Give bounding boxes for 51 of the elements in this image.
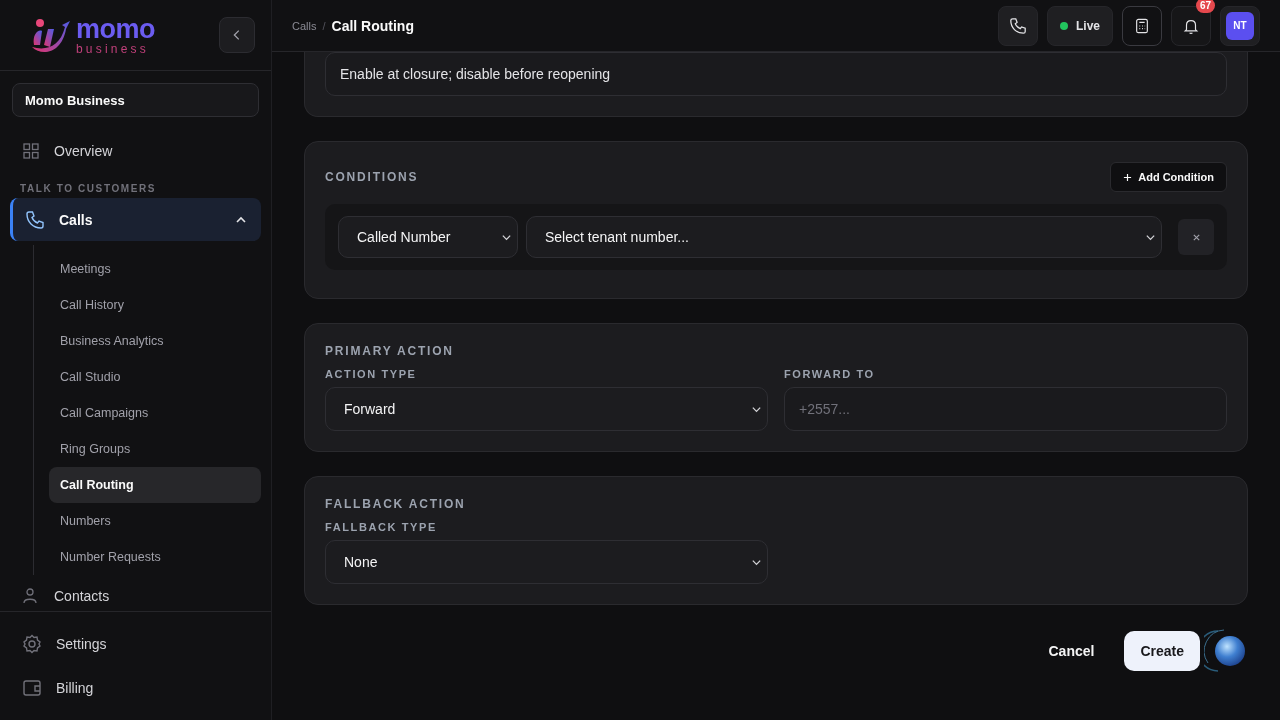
submenu-item[interactable]: Call History bbox=[49, 287, 261, 323]
select-field[interactable]: None bbox=[325, 540, 768, 584]
phone-icon bbox=[25, 209, 45, 230]
input-field[interactable]: +2557... bbox=[784, 387, 1227, 431]
submenu-item[interactable]: Business Analytics bbox=[49, 323, 261, 359]
logo-name: momo bbox=[76, 15, 155, 43]
field-label: FORWARD TO bbox=[784, 368, 876, 380]
section-title: PRIMARY ACTION bbox=[325, 344, 455, 358]
breadcrumb-separator: / bbox=[322, 19, 326, 32]
settings-icon bbox=[22, 634, 42, 654]
submenu-item[interactable]: Ring Groups bbox=[49, 431, 261, 467]
submenu-item[interactable]: Call Routing bbox=[49, 467, 261, 503]
calculator-button[interactable] bbox=[1122, 5, 1162, 46]
workspace-selector[interactable]: Momo Business bbox=[12, 83, 259, 117]
notification-badge: 67 bbox=[1195, 0, 1215, 13]
submenu-item[interactable]: Call Studio bbox=[49, 359, 261, 395]
logo-tagline: business bbox=[76, 42, 150, 55]
submenu-item[interactable]: Numbers bbox=[49, 503, 261, 539]
sidebar-item[interactable]: Overview bbox=[10, 133, 261, 169]
wallet-icon bbox=[22, 678, 42, 698]
close-icon bbox=[1191, 232, 1201, 242]
note-field[interactable]: Enable at closure; disable before reopening bbox=[325, 52, 1227, 96]
live-status-button[interactable]: Live bbox=[1047, 5, 1113, 46]
submenu-item[interactable]: Number Requests bbox=[49, 539, 261, 575]
create-button[interactable]: Create bbox=[1124, 631, 1200, 671]
sidebar-item[interactable]: Contacts bbox=[10, 581, 261, 611]
condition-field-select[interactable]: Called Number bbox=[338, 216, 518, 258]
cancel-button[interactable]: Cancel bbox=[1032, 633, 1111, 669]
section-heading: TALK TO CUSTOMERS bbox=[19, 182, 158, 196]
page-title: Call Routing bbox=[331, 17, 414, 34]
field-label: ACTION TYPE bbox=[325, 368, 418, 380]
sidebar-item[interactable]: Calls bbox=[10, 198, 261, 241]
assistant-orb-icon[interactable] bbox=[1204, 629, 1248, 673]
person-icon bbox=[22, 587, 40, 605]
calculator-icon bbox=[1134, 17, 1150, 34]
plus-icon bbox=[1123, 172, 1133, 182]
section-title: CONDITIONS bbox=[325, 170, 419, 184]
sidebar-item[interactable]: Settings bbox=[10, 626, 261, 662]
submenu-item[interactable]: Call Campaigns bbox=[49, 395, 261, 431]
phone-button[interactable] bbox=[998, 5, 1038, 46]
user-avatar[interactable]: NT bbox=[1220, 5, 1260, 46]
section-title: FALLBACK ACTION bbox=[325, 497, 467, 511]
tenant-number-select[interactable]: Select tenant number... bbox=[526, 216, 1162, 258]
phone-icon bbox=[1009, 16, 1027, 35]
submenu-item[interactable]: Meetings bbox=[49, 251, 261, 287]
sidebar-item[interactable]: Billing bbox=[10, 670, 261, 706]
add-condition-button[interactable]: Add Condition bbox=[1110, 162, 1227, 192]
field-label: FALLBACK TYPE bbox=[325, 521, 438, 533]
breadcrumb-link[interactable]: Calls bbox=[292, 19, 317, 32]
select-field[interactable]: Forward bbox=[325, 387, 768, 431]
grid-icon bbox=[22, 142, 40, 160]
